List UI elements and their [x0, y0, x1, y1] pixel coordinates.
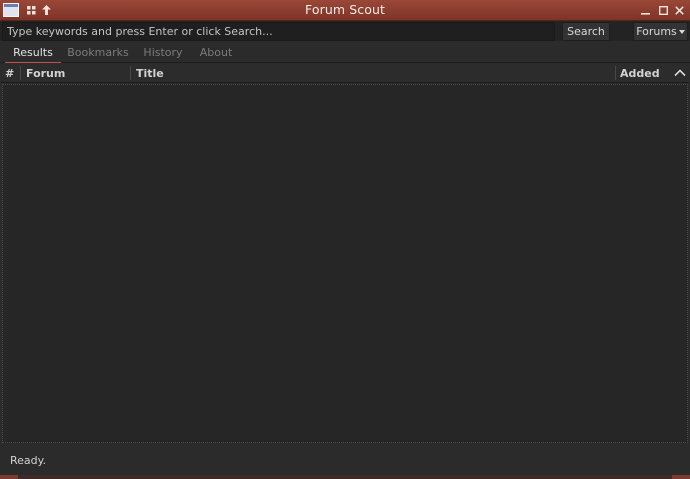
title-bar[interactable]: Forum Scout	[0, 0, 690, 21]
column-header-title[interactable]: Title	[132, 63, 614, 83]
minimize-icon[interactable]	[637, 2, 653, 18]
column-divider[interactable]	[130, 66, 131, 80]
tab-history[interactable]: History	[142, 41, 184, 63]
tab-bookmarks[interactable]: Bookmarks	[67, 41, 128, 63]
window-title: Forum Scout	[305, 2, 385, 17]
forums-dropdown-button[interactable]: Forums	[633, 22, 688, 41]
caret-down-icon	[678, 30, 685, 34]
maximize-icon[interactable]	[655, 2, 671, 18]
column-divider[interactable]	[20, 66, 21, 80]
tab-about[interactable]: About	[198, 41, 234, 63]
search-input[interactable]	[2, 22, 555, 41]
results-table-header: # Forum Title Added	[1, 63, 689, 83]
window-bottom-border[interactable]	[0, 475, 690, 479]
column-header-forum[interactable]: Forum	[22, 63, 130, 83]
column-header-number[interactable]: #	[1, 63, 21, 83]
sort-ascending-icon[interactable]	[673, 66, 687, 80]
forums-dropdown-label: Forums	[636, 25, 677, 38]
status-bar: Ready.	[0, 444, 690, 475]
search-bar: Search Forums	[0, 21, 690, 41]
forum-scout-window: Forum Scout Search Forums Results Bookma…	[0, 0, 690, 479]
results-table-body[interactable]	[2, 84, 688, 443]
column-header-added[interactable]: Added	[616, 63, 671, 83]
tab-bar: Results Bookmarks History About	[0, 41, 690, 64]
search-button[interactable]: Search	[562, 22, 610, 41]
tab-results[interactable]: Results	[5, 41, 61, 64]
close-icon[interactable]	[671, 2, 687, 18]
status-text: Ready.	[10, 454, 47, 467]
